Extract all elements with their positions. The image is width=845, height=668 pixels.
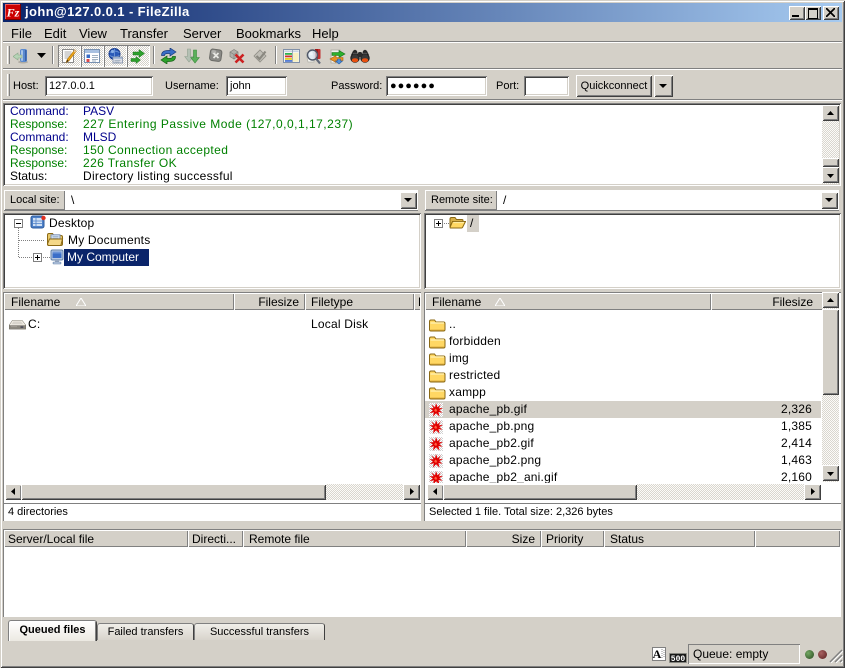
svg-text:A: A xyxy=(653,647,662,661)
svg-text:500: 500 xyxy=(671,655,686,663)
